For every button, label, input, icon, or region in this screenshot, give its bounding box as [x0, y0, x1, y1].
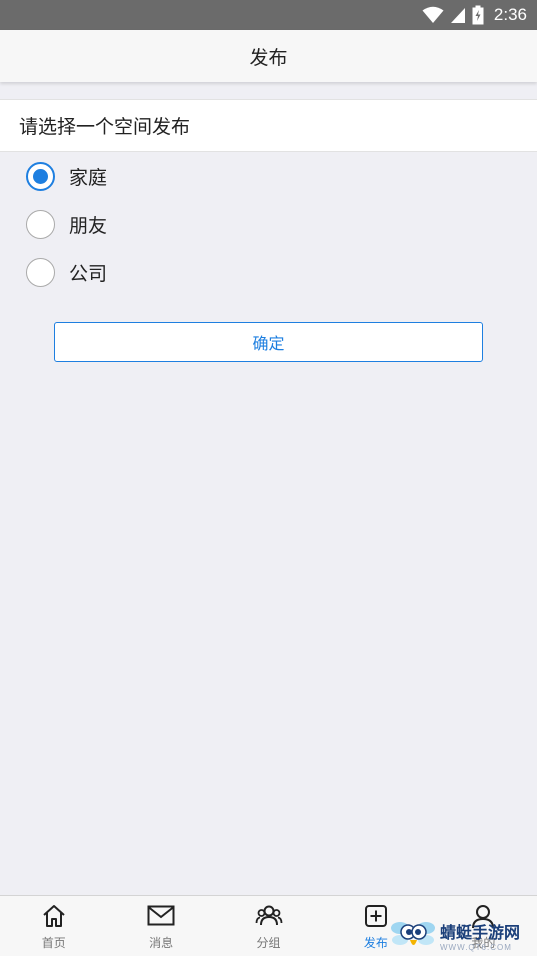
cell-signal-icon	[450, 8, 465, 23]
radio-label: 公司	[69, 262, 108, 285]
status-time: 2:36	[493, 5, 527, 24]
nav-bar: 发布	[0, 30, 537, 82]
tab-label: 消息	[149, 936, 174, 950]
radio-button[interactable]	[26, 257, 55, 287]
radio-label: 朋友	[69, 214, 108, 237]
tab-label: 首页	[41, 936, 66, 950]
watermark: 蜻蜓手游网 WWW.QT6.COM	[390, 915, 535, 955]
radio-label: 家庭	[69, 166, 108, 189]
tab-messages[interactable]: 消息	[107, 896, 214, 956]
tab-groups[interactable]: 分组	[215, 896, 322, 956]
mail-icon	[147, 905, 175, 926]
status-bar: 2:36	[0, 0, 537, 30]
tab-home[interactable]: 首页	[0, 896, 107, 956]
confirm-button[interactable]: 确定	[54, 322, 483, 362]
radio-option-company[interactable]: 公司	[0, 248, 537, 296]
tab-label: 发布	[363, 936, 388, 950]
battery-icon	[472, 5, 484, 25]
tab-label: 分组	[256, 936, 281, 950]
watermark-url: WWW.QT6.COM	[440, 942, 512, 952]
wifi-icon	[422, 6, 444, 23]
space-radio-list: 家庭 朋友 公司	[0, 152, 537, 296]
group-icon	[255, 905, 282, 926]
radio-option-family[interactable]: 家庭	[0, 152, 537, 200]
dragonfly-logo-icon	[391, 922, 435, 945]
radio-button-checked[interactable]	[26, 161, 55, 191]
radio-option-friends[interactable]: 朋友	[0, 200, 537, 248]
home-icon	[43, 905, 65, 927]
section-header: 请选择一个空间发布	[0, 99, 537, 152]
page-title: 发布	[249, 46, 288, 69]
radio-button[interactable]	[26, 209, 55, 239]
watermark-title: 蜻蜓手游网	[440, 922, 521, 942]
radio-dot	[33, 168, 48, 184]
section-header-label: 请选择一个空间发布	[19, 116, 191, 138]
add-square-icon	[364, 905, 387, 927]
